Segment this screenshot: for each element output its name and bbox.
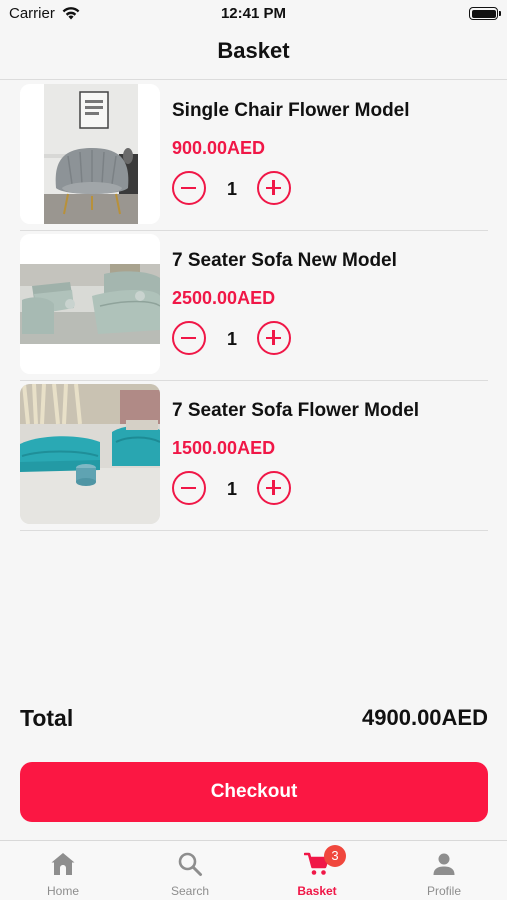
quantity-value: 1 (226, 329, 237, 349)
nav-header: Basket (0, 30, 507, 80)
total-row: Total 4900.00AED (20, 705, 488, 735)
search-icon (178, 852, 202, 876)
minus-icon (181, 486, 196, 489)
decrease-quantity-button[interactable] (172, 471, 206, 505)
cart-list: Single Chair Flower Model 900.00AED 1 7 … (20, 81, 488, 531)
tab-basket[interactable]: 3 Basket (254, 841, 380, 900)
cart-count-badge: 3 (324, 845, 346, 867)
increase-quantity-button[interactable] (257, 171, 291, 205)
product-price: 1500.00AED (172, 438, 276, 458)
tab-label: Profile (426, 884, 461, 898)
checkout-button[interactable]: Checkout (20, 762, 488, 822)
product-price: 900.00AED (172, 138, 266, 158)
page-title: Basket (217, 38, 290, 63)
increase-quantity-button[interactable] (257, 471, 291, 505)
battery-icon (469, 7, 501, 20)
minus-icon (181, 186, 196, 189)
product-image[interactable] (20, 84, 160, 224)
quantity-value: 1 (226, 179, 237, 199)
product-price: 2500.00AED (172, 288, 276, 308)
cart-item: 7 Seater Sofa Flower Model 1500.00AED 1 (20, 381, 488, 531)
basket-screen: Carrier 12:41 PM Basket Single Chair Flo… (0, 0, 507, 900)
decrease-quantity-button[interactable] (172, 321, 206, 355)
product-name[interactable]: 7 Seater Sofa Flower Model (172, 400, 419, 422)
person-icon (433, 853, 455, 875)
cart-item: 7 Seater Sofa New Model 2500.00AED 1 (20, 231, 488, 381)
decrease-quantity-button[interactable] (172, 171, 206, 205)
increase-quantity-button[interactable] (257, 321, 291, 355)
clock: 12:41 PM (220, 5, 287, 22)
product-image[interactable] (20, 384, 160, 524)
tab-bar: Home Search 3 Basket Profile (0, 840, 507, 900)
product-name[interactable]: Single Chair Flower Model (172, 100, 410, 122)
home-icon (51, 853, 75, 875)
tab-search[interactable]: Search (127, 841, 253, 900)
tab-home[interactable]: Home (0, 841, 126, 900)
quantity-value: 1 (226, 479, 237, 499)
product-image[interactable] (20, 234, 160, 374)
product-name[interactable]: 7 Seater Sofa New Model (172, 250, 397, 272)
cart-item: Single Chair Flower Model 900.00AED 1 (20, 81, 488, 231)
tab-label: Home (46, 884, 79, 898)
tab-label: Basket (297, 884, 337, 898)
total-value: 4900.00AED (362, 705, 488, 730)
status-bar: Carrier 12:41 PM (0, 0, 507, 30)
minus-icon (181, 336, 196, 339)
total-label: Total (20, 705, 74, 731)
tab-label: Search (170, 884, 210, 898)
tab-profile[interactable]: Profile (381, 841, 507, 900)
